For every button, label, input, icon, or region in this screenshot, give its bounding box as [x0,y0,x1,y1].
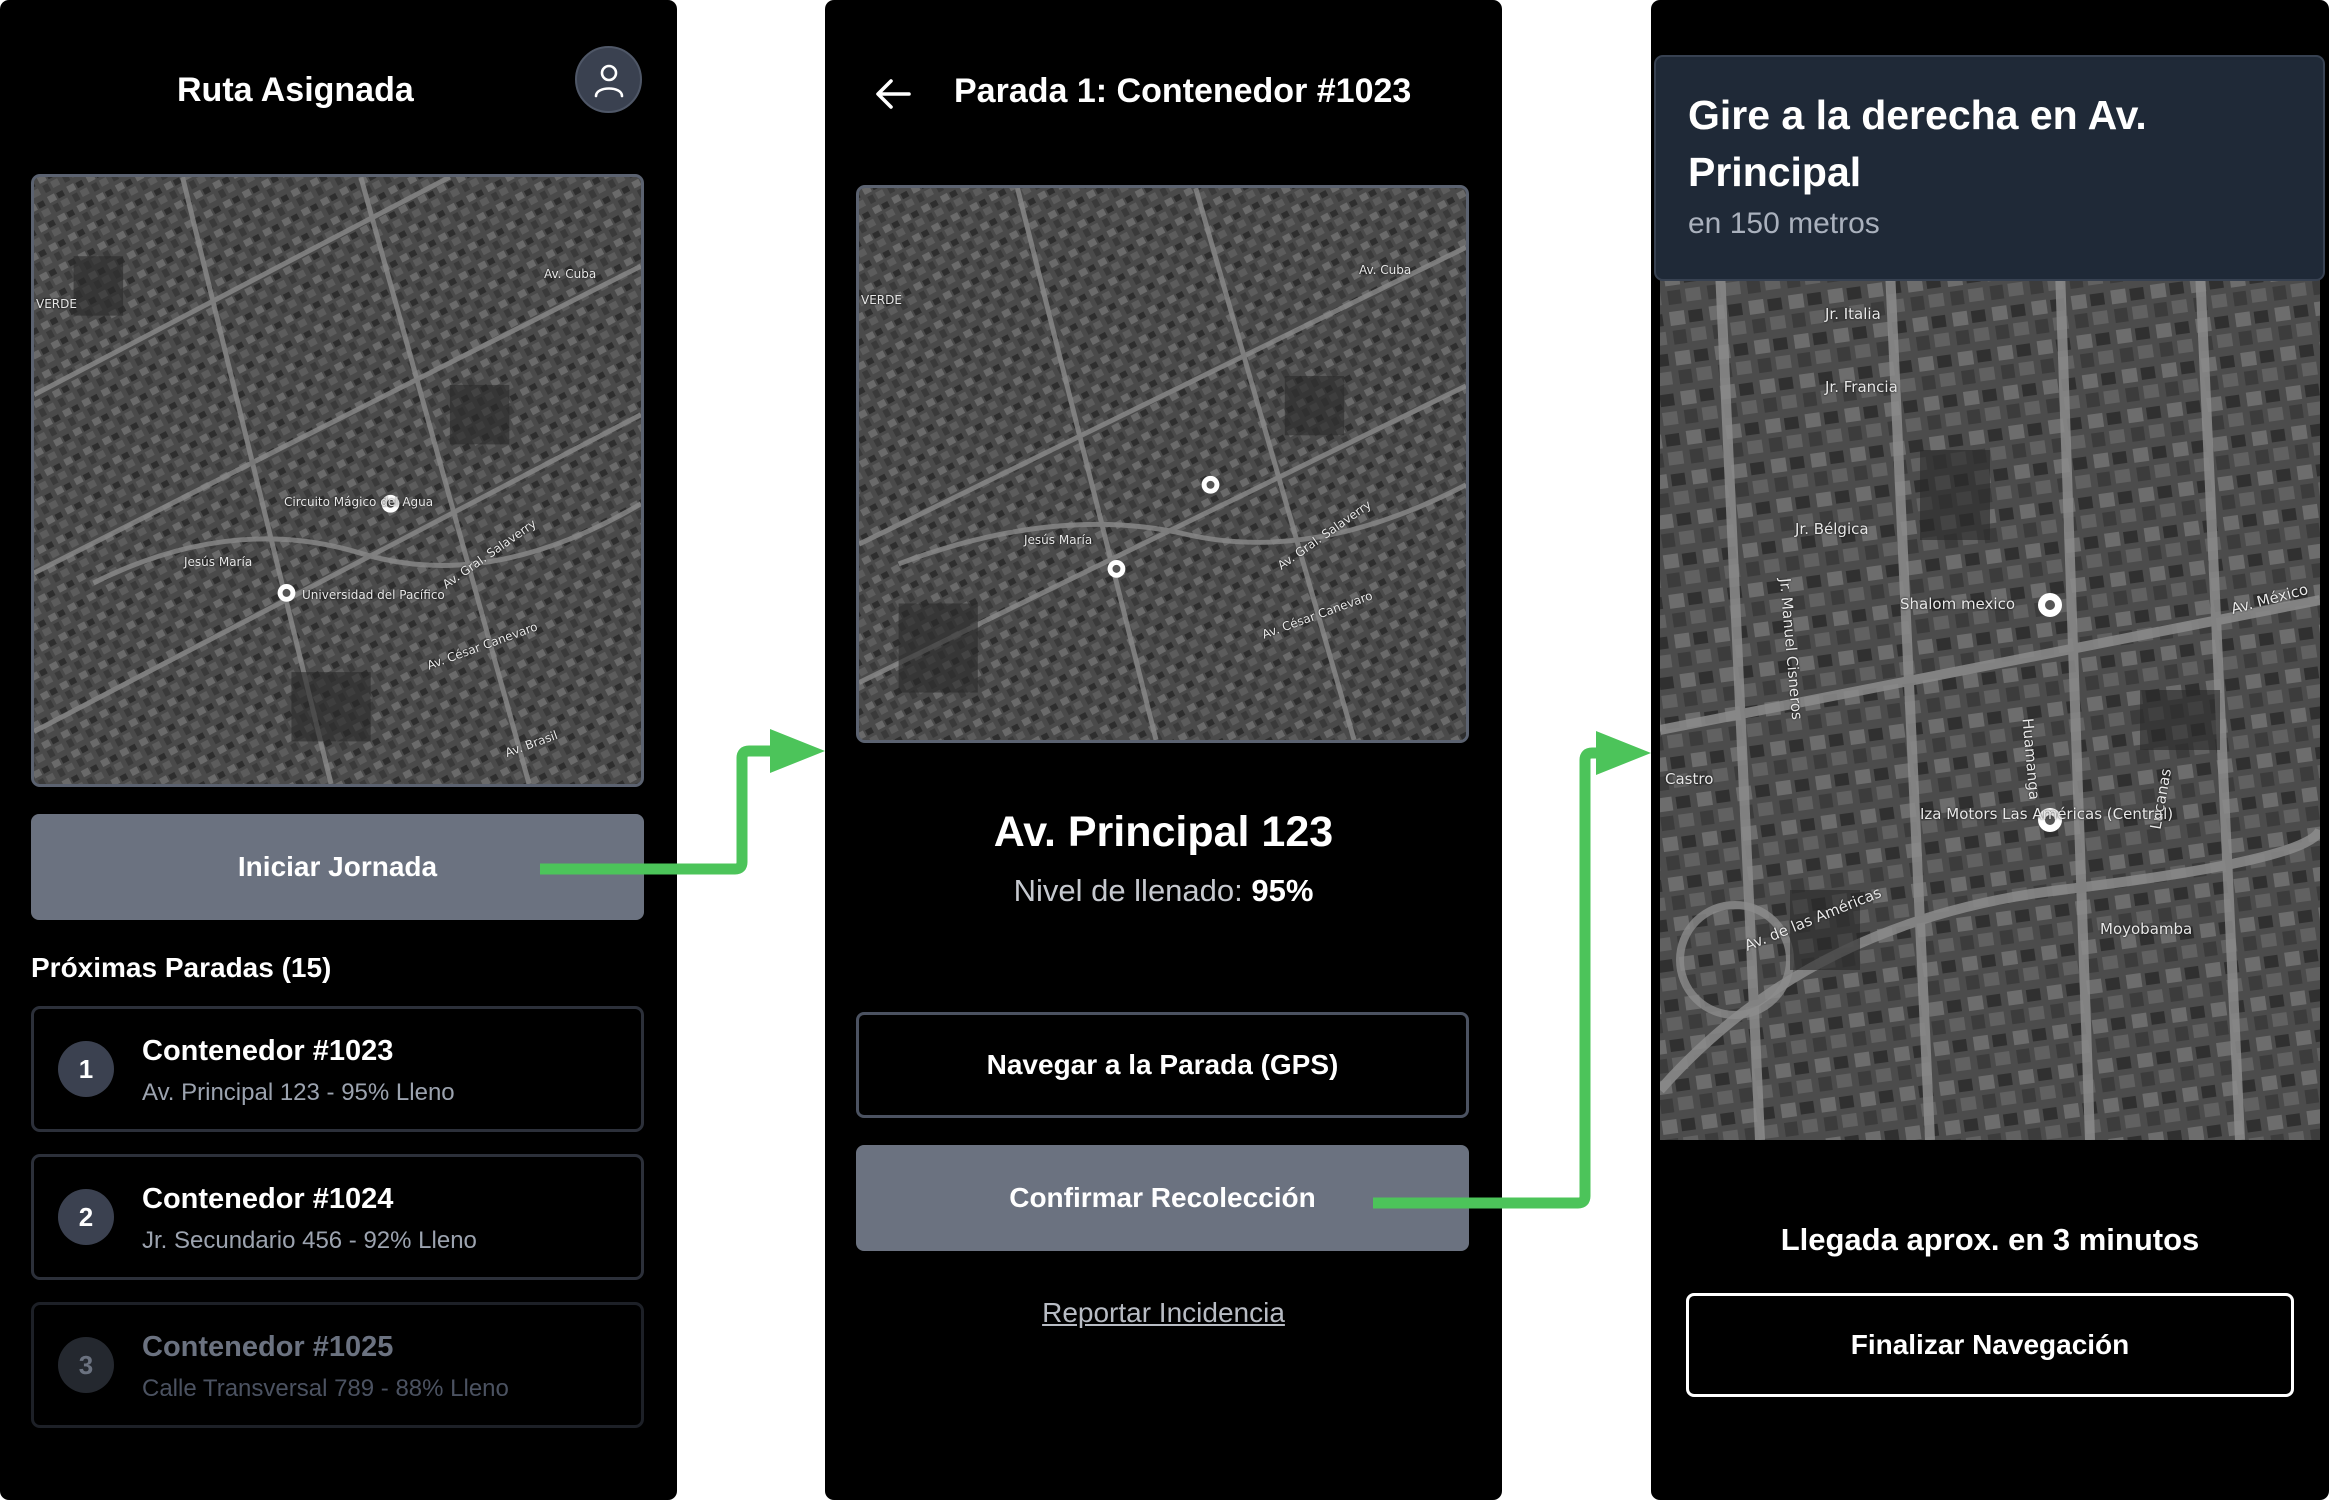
map-label: Av. Cuba [544,267,597,281]
map-label: Shalom mexico [1900,595,2015,613]
stop-card[interactable]: 2 Contenedor #1024 Jr. Secundario 456 - … [31,1154,644,1280]
navigation-screen: Jr. Italia Jr. Francia Jr. Bélgica Shalo… [1651,0,2329,1500]
map-label: Moyobamba [2100,920,2193,938]
satellite-map-image [1660,270,2320,1140]
fill-level: Nivel de llenado: 95% [825,873,1502,909]
fill-level-value: 95% [1251,873,1314,908]
stop-detail: Calle Transversal 789 - 88% Lleno [142,1375,509,1402]
back-arrow-icon[interactable] [873,76,913,112]
map-label: Av. Cuba [1359,263,1412,277]
stop-detail: Jr. Secundario 456 - 92% Lleno [142,1227,477,1254]
route-screen: Ruta Asignada Jesús María Universidad de… [0,0,677,1500]
turn-instruction: Gire a la derecha en Av. Principal [1688,92,2147,195]
stop-name: Contenedor #1024 [142,1183,394,1215]
stop-detail: Av. Principal 123 - 95% Lleno [142,1079,455,1106]
page-title: Parada 1: Contenedor #1023 [954,72,1412,110]
profile-avatar-button[interactable] [575,46,642,113]
arrival-estimate: Llegada aprox. en 3 minutos [1780,1222,2200,1257]
upcoming-stops-heading: Próximas Paradas (15) [31,952,332,983]
map-label: VERDE [861,293,902,307]
navigation-map[interactable]: Jr. Italia Jr. Francia Jr. Bélgica Shalo… [1660,270,2320,1140]
stop-card[interactable]: 1 Contenedor #1023 Av. Principal 123 - 9… [31,1006,644,1132]
map-label: Iza Motors Las Américas (Central) [1920,805,2174,823]
stop-card[interactable]: 3 Contenedor #1025 Calle Transversal 789… [31,1302,644,1428]
user-icon [594,64,623,97]
page-title: Ruta Asignada [177,71,414,109]
start-shift-button[interactable]: Iniciar Jornada [31,814,644,920]
map-label: Jr. Italia [1825,305,1881,323]
stop-number-badge: 2 [58,1189,114,1245]
map-label: Jr. Bélgica [1795,520,1869,538]
confirm-collection-button[interactable]: Confirmar Recolección [856,1145,1469,1251]
stop-address: Av. Principal 123 [993,808,1334,856]
map-label: Jesús María [184,555,253,569]
map-label: VERDE [36,297,77,311]
stop-map[interactable]: Jesús María VERDE Av. Gral. Salaverry Av… [856,185,1469,743]
finish-navigation-button[interactable]: Finalizar Navegación [1686,1293,2294,1397]
navigate-gps-button[interactable]: Navegar a la Parada (GPS) [856,1012,1469,1118]
map-label: Castro [1665,770,1714,788]
stop-detail-screen: Parada 1: Contenedor #1023 Jesús María V… [825,0,1502,1500]
stop-number-badge: 1 [58,1041,114,1097]
report-incident-link[interactable]: Reportar Incidencia [825,1297,1502,1329]
stop-name: Contenedor #1023 [142,1035,394,1067]
stop-name: Contenedor #1025 [142,1331,394,1363]
turn-distance: en 150 metros [1688,207,1880,240]
map-label: Jesús María [1024,533,1093,547]
map-label: Jr. Francia [1825,378,1898,396]
map-label: Circuito Mágico del Agua [284,495,434,509]
stop-number-badge: 3 [58,1337,114,1393]
fill-level-label: Nivel de llenado: [1013,873,1243,908]
map-label: Universidad del Pacífico [302,588,445,602]
route-map[interactable]: Jesús María Universidad del Pacífico Cir… [31,174,644,787]
turn-instruction-banner: Gire a la derecha en Av. Principal en 15… [1654,55,2325,281]
